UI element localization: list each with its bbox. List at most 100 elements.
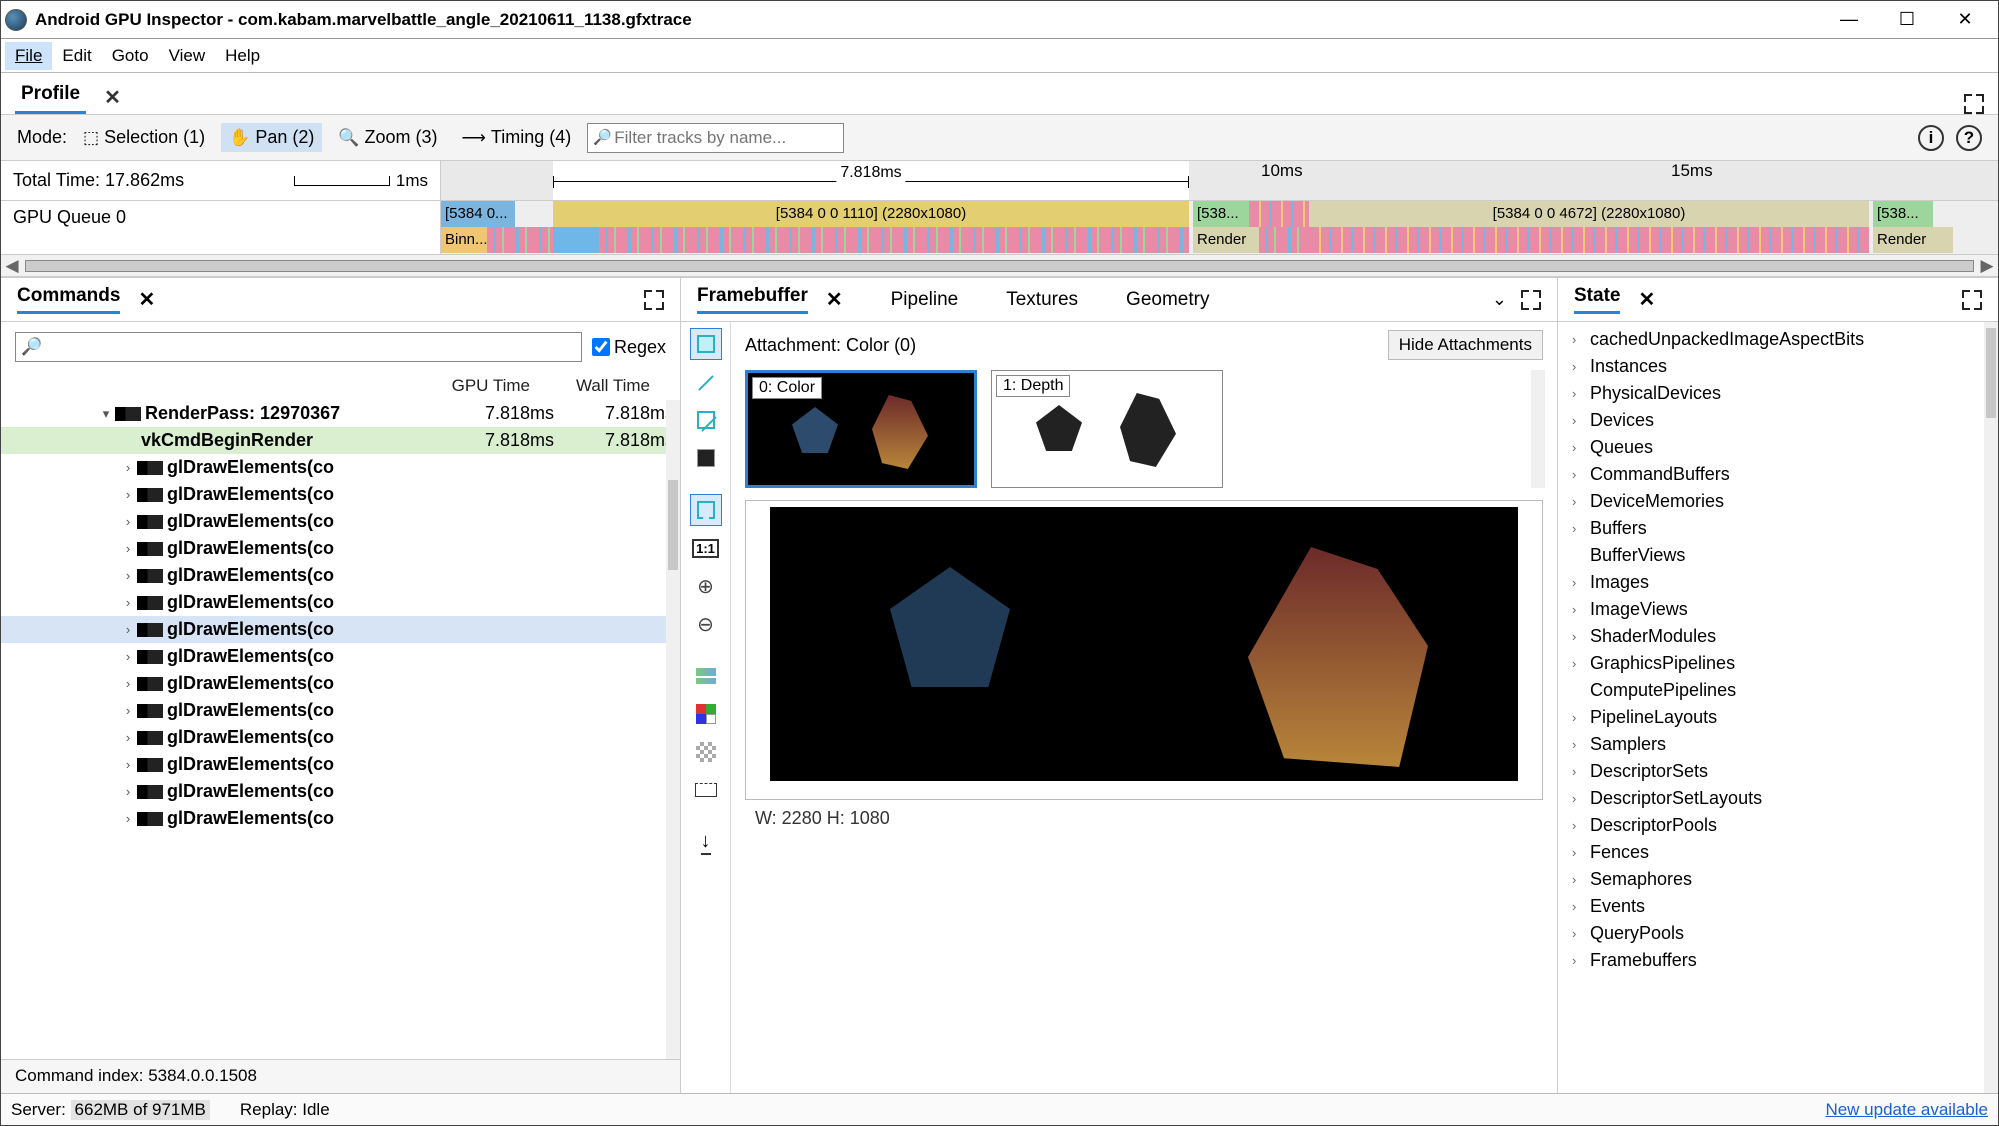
framebuffer-expand-icon[interactable] — [1521, 290, 1541, 310]
mode-timing[interactable]: ⟶Timing (4) — [454, 123, 580, 152]
channels-tool[interactable] — [690, 698, 722, 730]
state-item[interactable]: ›PipelineLayouts — [1558, 704, 1998, 731]
tab-profile[interactable]: Profile — [15, 75, 86, 114]
command-row[interactable]: ›glDrawElements(co — [1, 805, 680, 832]
histogram-tool[interactable] — [690, 660, 722, 692]
seg-c[interactable]: [538... — [1193, 201, 1249, 227]
oneone-tool[interactable]: 1:1 — [690, 532, 722, 564]
framebuffer-view[interactable] — [745, 500, 1543, 800]
seg-d[interactable]: [5384 0 0 4672] (2280x1080) — [1309, 201, 1869, 227]
framebuffer-close[interactable]: ✕ — [826, 287, 843, 312]
commands-search-input[interactable] — [15, 332, 582, 362]
regex-checkbox[interactable]: Regex — [592, 337, 666, 358]
overlay-tool[interactable] — [690, 404, 722, 436]
checker-tool[interactable] — [690, 736, 722, 768]
commands-close[interactable]: ✕ — [138, 287, 155, 312]
help-icon[interactable]: ? — [1956, 125, 1982, 151]
zoom-out-tool[interactable]: ⊖ — [690, 608, 722, 640]
mode-selection[interactable]: ⬚Selection (1) — [75, 123, 213, 152]
menu-edit[interactable]: Edit — [52, 42, 101, 70]
framebuffer-title[interactable]: Framebuffer — [697, 285, 808, 314]
state-title[interactable]: State — [1574, 285, 1620, 314]
tab-geometry[interactable]: Geometry — [1126, 289, 1209, 311]
thumbs-scrollbar[interactable] — [1531, 370, 1545, 488]
filter-tracks-input[interactable] — [587, 123, 844, 153]
close-button[interactable]: ✕ — [1936, 2, 1994, 38]
state-item[interactable]: ›QueryPools — [1558, 920, 1998, 947]
command-row[interactable]: ›glDrawElements(co — [1, 481, 680, 508]
command-row[interactable]: ›glDrawElements(co — [1, 589, 680, 616]
state-item[interactable]: ›Buffers — [1558, 515, 1998, 542]
state-item[interactable]: ›BufferViews — [1558, 542, 1998, 569]
state-item[interactable]: ›cachedUnpackedImageAspectBits — [1558, 326, 1998, 353]
gpu-queue-track[interactable]: [5384 0... Binn... [5384 0 0 1110] (2280… — [441, 201, 1998, 254]
chevron-down-icon[interactable]: ⌄ — [1492, 289, 1507, 310]
mode-zoom[interactable]: 🔍Zoom (3) — [330, 123, 445, 152]
state-item[interactable]: ›Devices — [1558, 407, 1998, 434]
command-row[interactable]: ›glDrawElements(co — [1, 670, 680, 697]
commands-list[interactable]: ▾RenderPass: 129703677.818ms7.818msvkCmd… — [1, 400, 680, 1059]
commands-expand-icon[interactable] — [644, 290, 664, 310]
hide-attachments-button[interactable]: Hide Attachments — [1388, 330, 1543, 360]
command-row[interactable]: ›glDrawElements(co — [1, 643, 680, 670]
state-item[interactable]: ›Fences — [1558, 839, 1998, 866]
state-tree[interactable]: ›cachedUnpackedImageAspectBits›Instances… — [1558, 322, 1998, 1093]
minimize-button[interactable]: — — [1820, 2, 1878, 38]
state-item[interactable]: ›DeviceMemories — [1558, 488, 1998, 515]
tab-textures[interactable]: Textures — [1006, 289, 1078, 311]
seg-a[interactable]: [5384 0... — [441, 201, 515, 227]
state-item[interactable]: ›DescriptorSetLayouts — [1558, 785, 1998, 812]
state-scrollbar[interactable] — [1984, 322, 1998, 1093]
command-row[interactable]: ›glDrawElements(co — [1, 724, 680, 751]
crop-tool[interactable] — [690, 774, 722, 806]
state-item[interactable]: ›Samplers — [1558, 731, 1998, 758]
state-item[interactable]: ›CommandBuffers — [1558, 461, 1998, 488]
thumb-depth[interactable]: 1: Depth — [991, 370, 1223, 488]
mode-pan[interactable]: ✋Pan (2) — [221, 123, 322, 152]
seg-b[interactable]: [5384 0 0 1110] (2280x1080) — [553, 201, 1189, 227]
command-row[interactable]: ›glDrawElements(co — [1, 535, 680, 562]
menu-view[interactable]: View — [159, 42, 216, 70]
thumb-color[interactable]: 0: Color — [745, 370, 977, 488]
state-item[interactable]: ›DescriptorPools — [1558, 812, 1998, 839]
state-item[interactable]: ›GraphicsPipelines — [1558, 650, 1998, 677]
seg-e-sub[interactable]: Render — [1873, 227, 1953, 253]
state-item[interactable]: ›Images — [1558, 569, 1998, 596]
fit-tool[interactable] — [690, 328, 722, 360]
command-row[interactable]: ›glDrawElements(co — [1, 778, 680, 805]
state-item[interactable]: ›Events — [1558, 893, 1998, 920]
state-item[interactable]: ›Instances — [1558, 353, 1998, 380]
menu-help[interactable]: Help — [215, 42, 270, 70]
menu-goto[interactable]: Goto — [102, 42, 159, 70]
seg-a-sub[interactable]: Binn... — [441, 227, 487, 253]
zoom-in-tool[interactable]: ⊕ — [690, 570, 722, 602]
command-row[interactable]: vkCmdBeginRender7.818ms7.818ms — [1, 427, 680, 454]
state-item[interactable]: ›PhysicalDevices — [1558, 380, 1998, 407]
wire-tool[interactable] — [690, 366, 722, 398]
state-expand-icon[interactable] — [1962, 290, 1982, 310]
state-close[interactable]: ✕ — [1638, 287, 1655, 312]
command-row[interactable]: ›glDrawElements(co — [1, 751, 680, 778]
command-row[interactable]: ▾RenderPass: 129703677.818ms7.818ms — [1, 400, 680, 427]
state-item[interactable]: ›ShaderModules — [1558, 623, 1998, 650]
timeline-scrollbar[interactable]: ◀▶ — [1, 255, 1998, 277]
maximize-button[interactable]: ☐ — [1878, 2, 1936, 38]
commands-scrollbar[interactable] — [666, 400, 680, 1059]
state-item[interactable]: ›ImageViews — [1558, 596, 1998, 623]
time-ruler[interactable]: 5ms 10ms 15ms 7.818ms — [441, 161, 1998, 200]
expand-icon[interactable] — [1964, 94, 1984, 114]
update-link[interactable]: New update available — [1825, 1100, 1988, 1120]
state-item[interactable]: ›ComputePipelines — [1558, 677, 1998, 704]
menu-file[interactable]: File — [5, 42, 52, 70]
command-row[interactable]: ›glDrawElements(co — [1, 508, 680, 535]
state-item[interactable]: ›DescriptorSets — [1558, 758, 1998, 785]
seg-e[interactable]: [538... — [1873, 201, 1933, 227]
seg-c-sub[interactable]: Render — [1193, 227, 1259, 253]
state-item[interactable]: ›Framebuffers — [1558, 947, 1998, 974]
black-tool[interactable] — [690, 442, 722, 474]
tab-profile-close[interactable]: ✕ — [104, 85, 121, 114]
command-row[interactable]: ›glDrawElements(co — [1, 697, 680, 724]
tab-pipeline[interactable]: Pipeline — [891, 289, 959, 311]
state-item[interactable]: ›Semaphores — [1558, 866, 1998, 893]
bound-tool[interactable] — [690, 494, 722, 526]
